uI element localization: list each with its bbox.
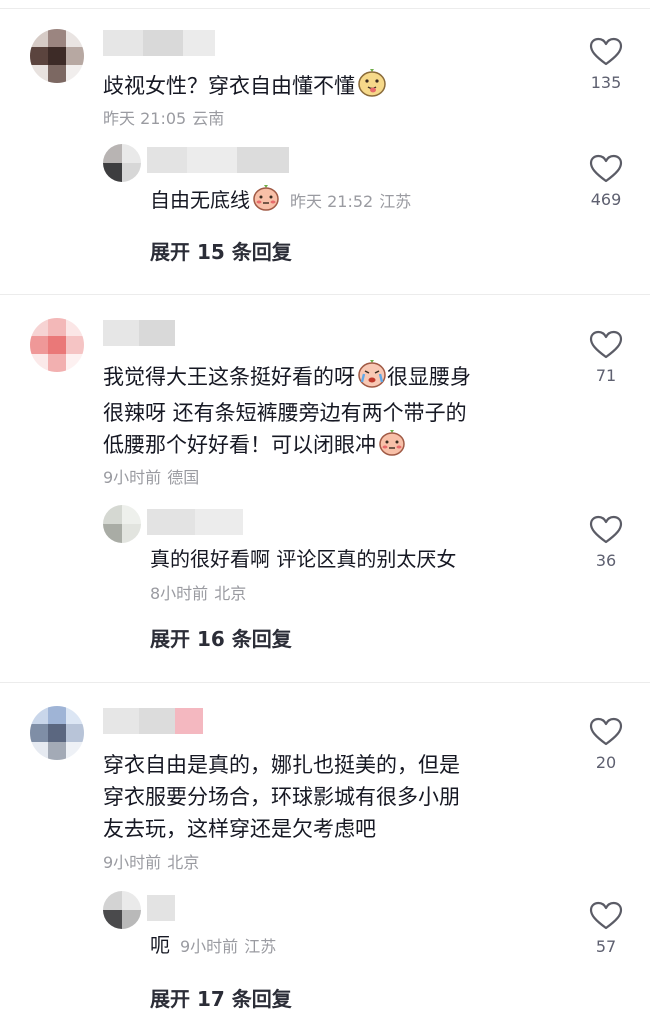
comment-location: 北京 [167,853,200,872]
reply-text: 自由无底线 [150,188,250,212]
comment-location: 德国 [167,468,200,487]
comment-text-line: 很显腰身 [387,365,471,389]
comment-text-line: 低腰那个好好看！可以闭眼冲 [103,433,376,457]
expand-replies-button[interactable]: 展开 17 条回复 [150,983,292,1012]
reply-meta: 8小时前 北京 [150,580,246,604]
thread-divider [0,682,650,683]
username-blurred[interactable] [103,30,215,56]
tongue-out-emoji-icon [357,69,387,106]
crying-emoji-icon [357,360,387,397]
comment-text: 我觉得大王这条挺好看的呀 很显腰身 很辣呀 还有条短裤腰旁边有两个带子的 低腰那个… [103,360,471,465]
reply-line: 自由无底线 昨天 21:52 江苏 [150,185,411,219]
comment-text: 歧视女性？穿衣自由懂不懂 [103,69,387,106]
comment-text: 穿衣自由是真的，娜扎也挺美的，但是 穿衣服要分场合，环球影城有很多小朋 友去玩，… [103,749,460,845]
comment-text-content: 歧视女性？穿衣自由懂不懂 [103,74,355,98]
avatar[interactable] [30,29,84,83]
like-button[interactable]: 135 [580,37,632,92]
like-count: 135 [590,73,622,92]
comment-text-line: 穿衣服要分场合，环球影城有很多小朋 [103,785,460,809]
like-count: 36 [595,551,617,570]
expand-replies-button[interactable]: 展开 16 条回复 [150,623,292,652]
thread-divider [0,8,650,9]
reply-line: 呃 9小时前 江苏 [150,930,276,962]
reply-like-button[interactable]: 36 [580,515,632,570]
reply-time: 8小时前 [150,584,209,603]
reply-avatar[interactable] [103,505,141,543]
reply-meta: 9小时前 江苏 [180,937,276,956]
reply-like-button[interactable]: 57 [580,901,632,956]
reply-meta: 昨天 21:52 江苏 [290,192,411,211]
comment-text-line: 很辣呀 还有条短裤腰旁边有两个带子的 [103,401,467,425]
reply-line: 真的很好看啊 评论区真的别太厌女 [150,544,456,574]
heart-outline-icon [589,154,623,183]
expand-replies-button[interactable]: 展开 15 条回复 [150,236,292,265]
avatar[interactable] [30,706,84,760]
comment-meta: 9小时前 北京 [103,849,199,873]
like-count: 469 [590,190,622,209]
reply-time: 昨天 21:52 [290,192,374,211]
heart-outline-icon [589,717,623,746]
reply-location: 北京 [214,584,247,603]
blushing-emoji-icon [378,430,406,465]
comment-text-line: 我觉得大王这条挺好看的呀 [103,365,355,389]
reply-location: 江苏 [244,937,277,956]
reply-time: 9小时前 [180,937,239,956]
thread-divider [0,294,650,295]
heart-outline-icon [589,901,623,930]
like-count: 71 [595,366,617,385]
like-count: 20 [595,753,617,772]
comment-meta: 昨天 21:05 云南 [103,105,224,129]
username-blurred[interactable] [103,708,203,734]
reply-username-blurred[interactable] [147,895,175,921]
comment-time: 昨天 21:05 [103,109,187,128]
like-button[interactable]: 20 [580,717,632,772]
reply-like-button[interactable]: 469 [580,154,632,209]
comment-text-line: 友去玩，这样穿还是欠考虑吧 [103,817,376,841]
like-button[interactable]: 71 [580,330,632,385]
reply-text: 真的很好看啊 评论区真的别太厌女 [150,547,457,571]
comment-location: 云南 [192,109,225,128]
reply-location: 江苏 [379,192,412,211]
blushing-emoji-icon [252,185,280,219]
heart-outline-icon [589,330,623,359]
like-count: 57 [595,937,617,956]
username-blurred[interactable] [103,320,175,346]
comment-meta: 9小时前 德国 [103,464,199,488]
comment-time: 9小时前 [103,853,162,872]
heart-outline-icon [589,515,623,544]
reply-avatar[interactable] [103,144,141,182]
reply-username-blurred[interactable] [147,509,243,535]
heart-outline-icon [589,37,623,66]
avatar[interactable] [30,318,84,372]
reply-username-blurred[interactable] [147,147,289,173]
comment-text-line: 穿衣自由是真的，娜扎也挺美的，但是 [103,753,460,777]
comment-time: 9小时前 [103,468,162,487]
reply-avatar[interactable] [103,891,141,929]
reply-text: 呃 [150,933,170,957]
